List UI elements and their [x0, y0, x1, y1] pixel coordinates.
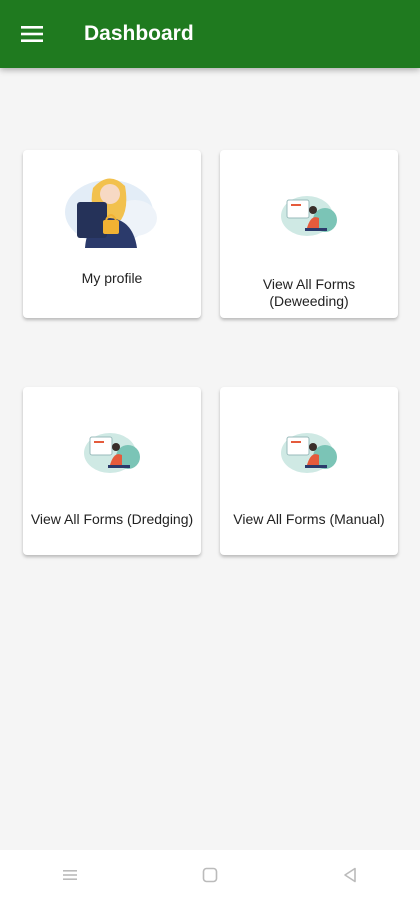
home-icon: [202, 867, 218, 883]
card-label: My profile: [81, 270, 143, 286]
system-navigation-bar: [0, 850, 420, 900]
card-label-line2: (Deweeding): [269, 293, 349, 309]
view-forms-dredging-card[interactable]: View All Forms (Dredging): [23, 387, 201, 555]
app-bar: Dashboard: [0, 0, 420, 68]
my-profile-card[interactable]: My profile: [23, 150, 201, 318]
view-forms-manual-card[interactable]: View All Forms (Manual): [220, 387, 398, 555]
recent-apps-button[interactable]: [40, 850, 100, 900]
profile-illustration-icon: [65, 178, 157, 248]
card-label: View All Forms (Manual): [233, 511, 385, 527]
menu-button[interactable]: [0, 0, 66, 68]
home-button[interactable]: [180, 850, 240, 900]
view-forms-deweeding-card[interactable]: View All Forms (Deweeding): [220, 150, 398, 318]
forms-illustration-icon: [281, 433, 337, 473]
recent-apps-icon: [63, 870, 77, 880]
forms-illustration-icon: [281, 196, 337, 236]
back-button[interactable]: [320, 850, 380, 900]
card-label: View All Forms (Deweeding): [220, 276, 398, 310]
hamburger-menu-icon: [21, 26, 43, 42]
card-label-line1: View All Forms: [262, 276, 356, 292]
back-icon: [344, 867, 356, 883]
card-label: View All Forms (Dredging): [30, 511, 194, 527]
page-title: Dashboard: [84, 22, 194, 45]
forms-illustration-icon: [84, 433, 140, 473]
